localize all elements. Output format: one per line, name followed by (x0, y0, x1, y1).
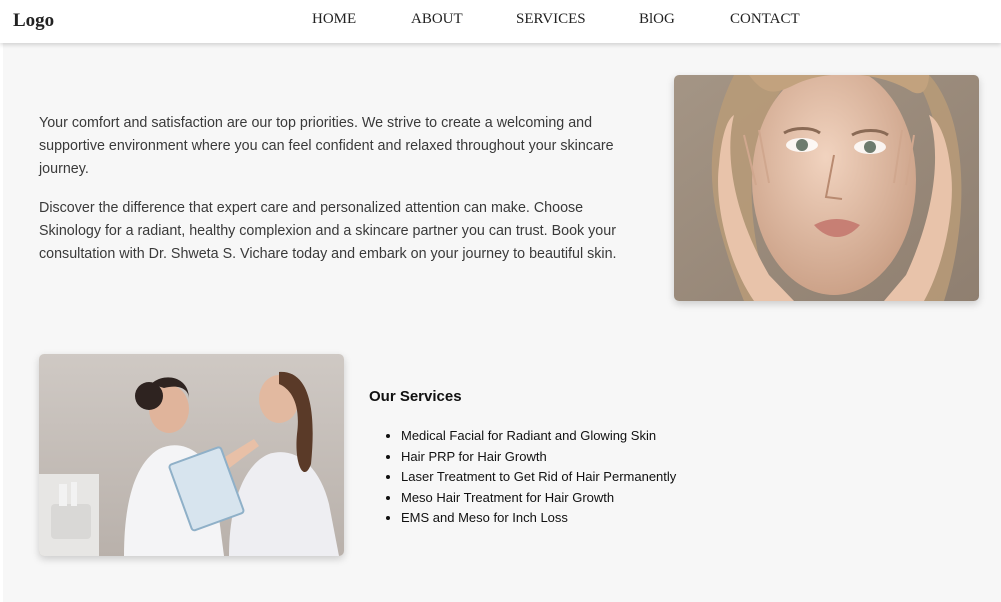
service-item-hair-prp: Hair PRP for Hair Growth (401, 447, 789, 468)
nav-about-link[interactable]: ABOUT (411, 11, 463, 28)
services-section: Our Services Medical Facial for Radiant … (369, 388, 789, 529)
main-nav: HOME ABOUT SERVICES BlOG CONTACT (0, 11, 1001, 31)
intro-paragraph-comfort: Your comfort and satisfaction are our to… (39, 115, 614, 177)
service-item-laser-treatment: Laser Treatment to Get Rid of Hair Perma… (401, 467, 789, 488)
services-title: Our Services (369, 388, 462, 405)
nav-home-link[interactable]: HOME (312, 11, 356, 28)
intro-paragraph-discover: Discover the difference that expert care… (39, 200, 617, 262)
nav-services-link[interactable]: SERVICES (516, 11, 586, 28)
top-navbar: Logo HOME ABOUT SERVICES BlOG CONTACT (0, 0, 1001, 43)
woman-face-photo (674, 75, 979, 301)
clinic-consultation-photo (39, 354, 344, 556)
intro-section: Your comfort and satisfaction are our to… (39, 112, 639, 282)
nav-contact-link[interactable]: CONTACT (730, 11, 800, 28)
services-list: Medical Facial for Radiant and Glowing S… (369, 426, 789, 529)
page-content: Your comfort and satisfaction are our to… (3, 43, 1001, 602)
service-item-meso-hair: Meso Hair Treatment for Hair Growth (401, 488, 789, 509)
service-item-medical-facial: Medical Facial for Radiant and Glowing S… (401, 426, 789, 447)
service-item-ems-meso: EMS and Meso for Inch Loss (401, 508, 789, 529)
nav-blog-link[interactable]: BlOG (639, 11, 675, 28)
